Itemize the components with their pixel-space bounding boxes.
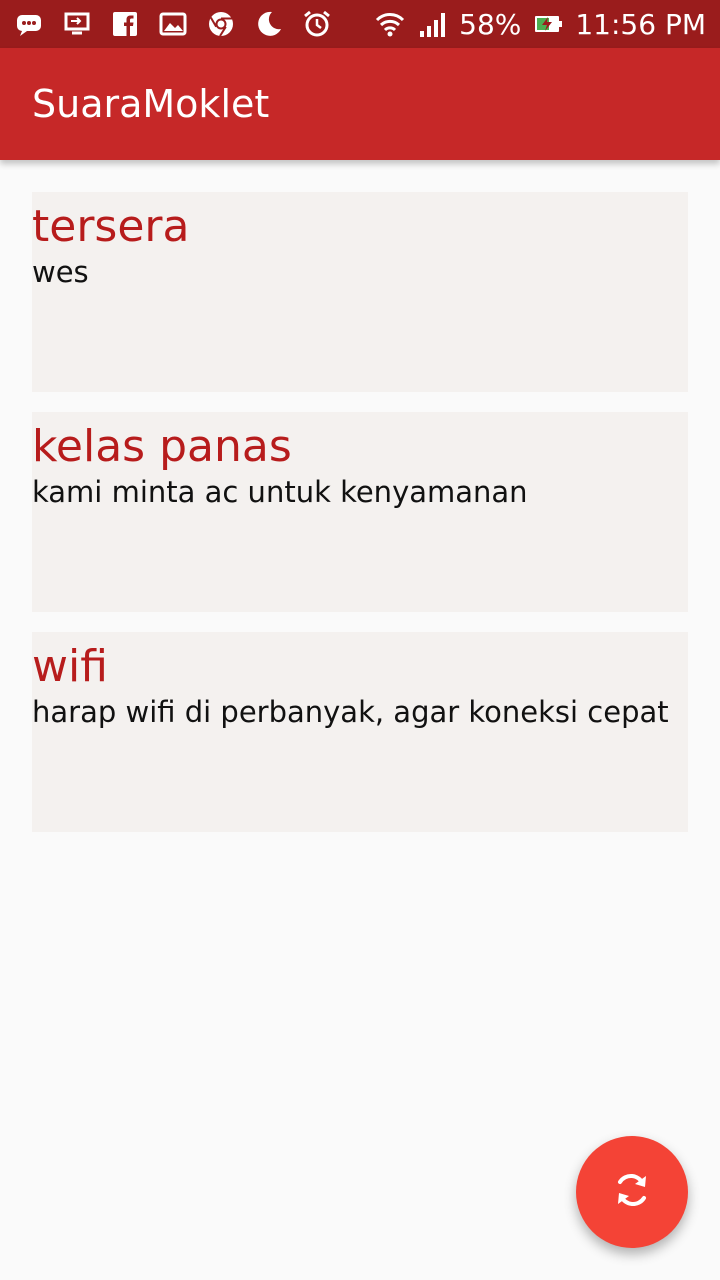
suggestion-card[interactable]: kelas panas kami minta ac untuk kenyaman… [32, 412, 688, 612]
card-body: kami minta ac untuk kenyamanan [32, 475, 528, 509]
card-title: kelas panas [32, 421, 292, 472]
signal-icon [417, 9, 447, 39]
cast-icon [62, 9, 92, 39]
chat-icon [14, 9, 44, 39]
refresh-icon [610, 1168, 654, 1217]
suggestion-card[interactable]: wifi harap wifi di perbanyak, agar konek… [32, 632, 688, 832]
wifi-icon [375, 9, 405, 39]
refresh-button[interactable] [576, 1136, 688, 1248]
card-body: wes [32, 255, 89, 289]
app-bar: SuaraMoklet [0, 48, 720, 160]
card-title: wifi [32, 641, 108, 692]
notification-icons [14, 9, 332, 39]
chrome-icon [206, 9, 236, 39]
system-icons: 58% 11:56 PM [375, 8, 706, 41]
gallery-icon [158, 9, 188, 39]
card-body: harap wifi di perbanyak, agar koneksi ce… [32, 695, 669, 729]
status-bar: 58% 11:56 PM [0, 0, 720, 48]
battery-percent: 58% [459, 7, 522, 41]
suggestion-list: tersera wes kelas panas kami minta ac un… [32, 192, 688, 852]
card-title: tersera [32, 201, 190, 252]
battery-charging-icon [533, 9, 563, 39]
app-title: SuaraMoklet [32, 82, 270, 126]
alarm-icon [302, 9, 332, 39]
moon-icon [254, 9, 284, 39]
clock: 11:56 PM [575, 7, 706, 41]
suggestion-card[interactable]: tersera wes [32, 192, 688, 392]
facebook-icon [110, 9, 140, 39]
